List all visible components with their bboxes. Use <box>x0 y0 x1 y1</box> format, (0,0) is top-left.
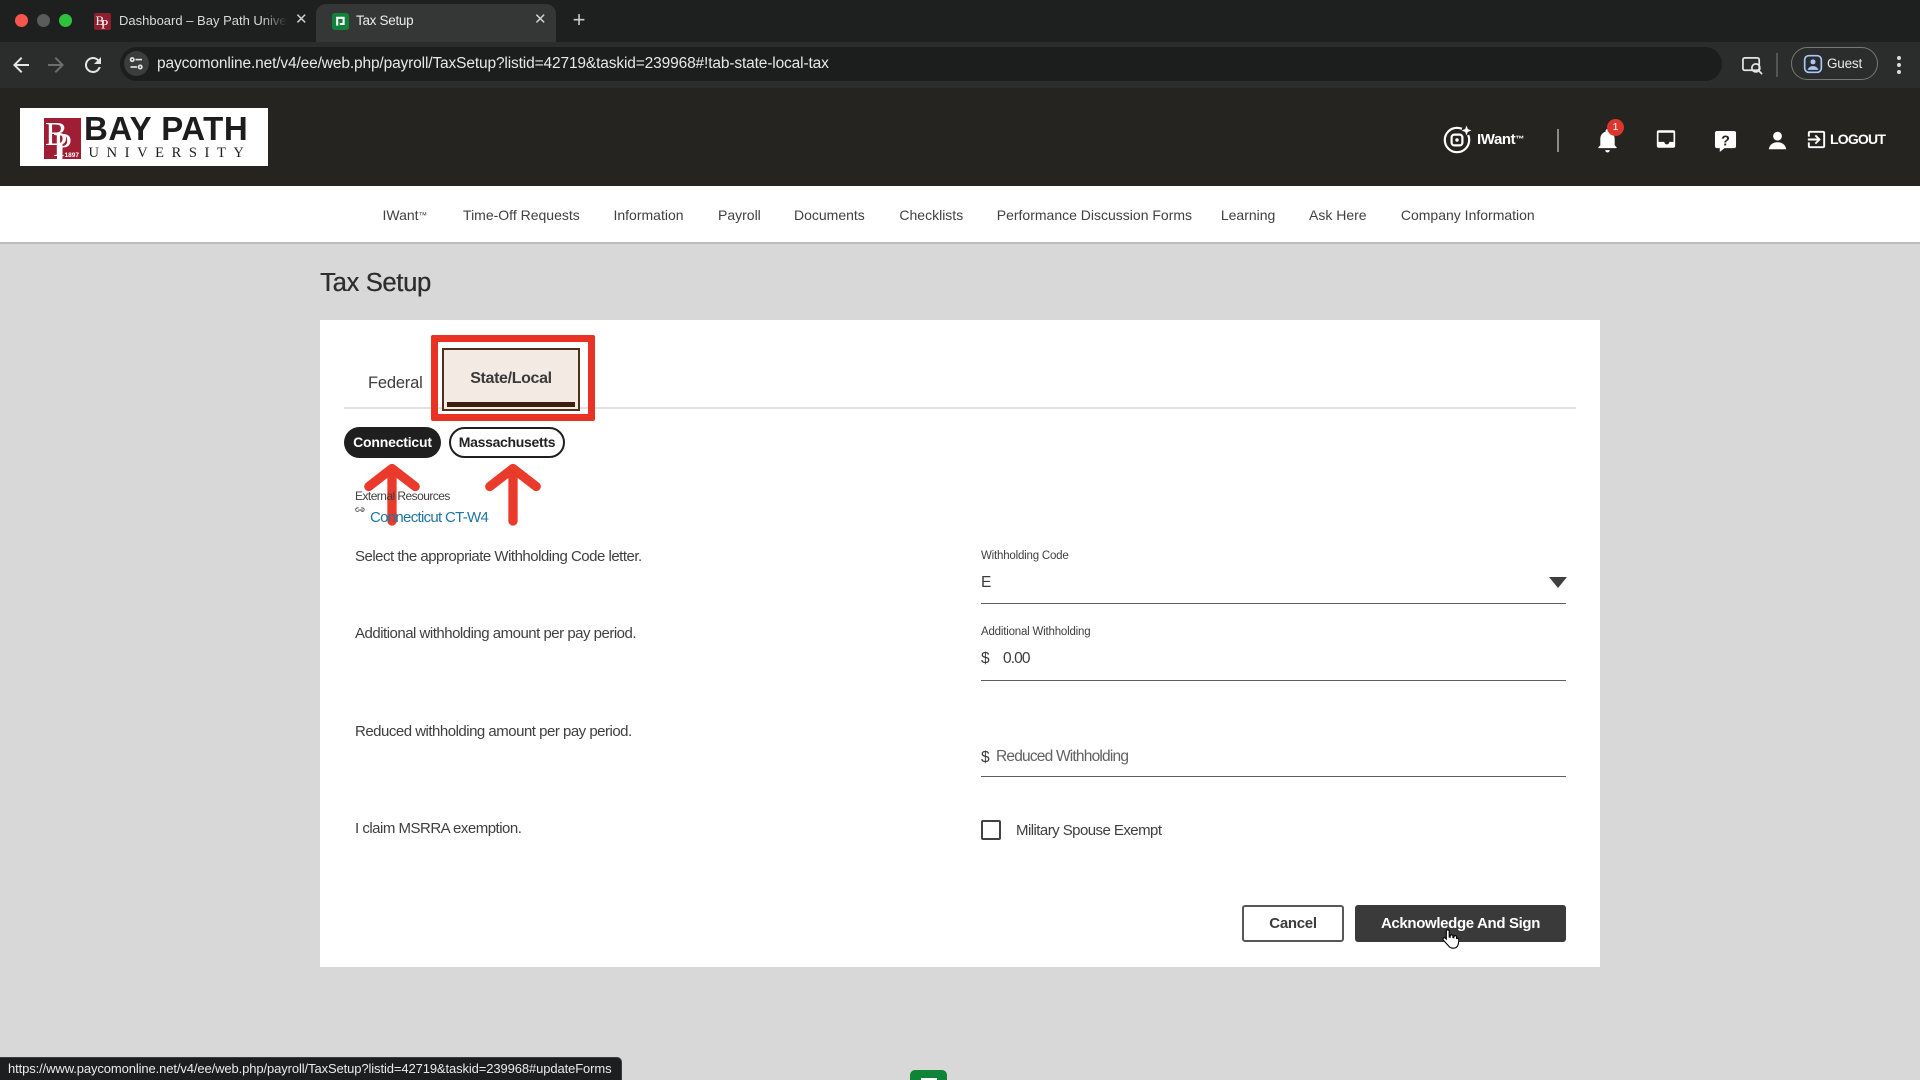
svg-text:?: ? <box>1721 133 1730 149</box>
svg-text:P: P <box>101 17 108 31</box>
svg-text:1897: 1897 <box>64 152 79 159</box>
